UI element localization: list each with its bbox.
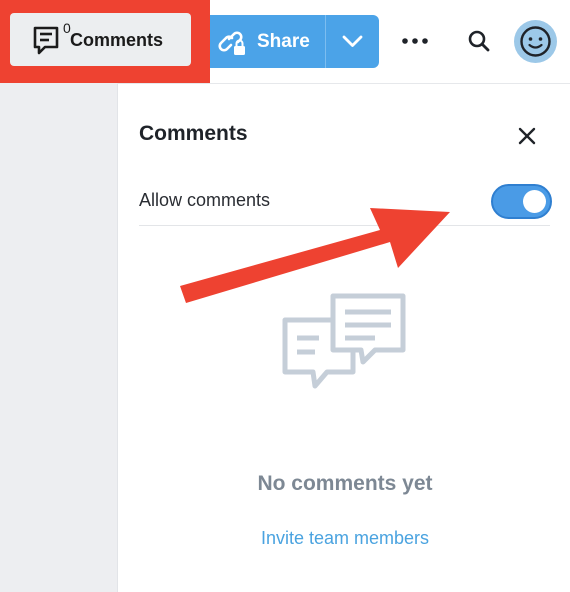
share-button-label: Share: [257, 31, 310, 52]
avatar-face-icon: [520, 26, 551, 57]
user-avatar[interactable]: [514, 20, 557, 63]
share-button-group: Share: [210, 15, 379, 68]
chevron-down-icon: [342, 35, 363, 47]
invite-team-members-link[interactable]: Invite team members: [140, 528, 550, 549]
comments-button-highlight: 0 Comments: [0, 0, 210, 83]
comment-icon: [33, 26, 59, 55]
share-menu-button[interactable]: [326, 15, 379, 68]
allow-comments-toggle[interactable]: [491, 184, 552, 219]
more-options-button[interactable]: [396, 26, 434, 56]
search-icon: [468, 30, 490, 52]
close-icon: [518, 127, 536, 145]
panel-title: Comments: [139, 122, 248, 145]
share-link-lock-icon: [218, 31, 245, 55]
comments-button-label: Comments: [70, 30, 164, 50]
toolbar-divider: [117, 83, 570, 84]
share-button[interactable]: Share: [210, 15, 325, 68]
canvas-sidebar-area: [0, 83, 118, 592]
search-button[interactable]: [462, 24, 496, 58]
more-horizontal-icon: [402, 38, 428, 44]
close-panel-button[interactable]: [513, 122, 541, 150]
comments-button[interactable]: 0 Comments: [10, 13, 191, 66]
red-arrow-annotation: [180, 208, 450, 303]
toggle-knob: [523, 190, 546, 213]
empty-state-text: No comments yet: [257, 472, 433, 495]
